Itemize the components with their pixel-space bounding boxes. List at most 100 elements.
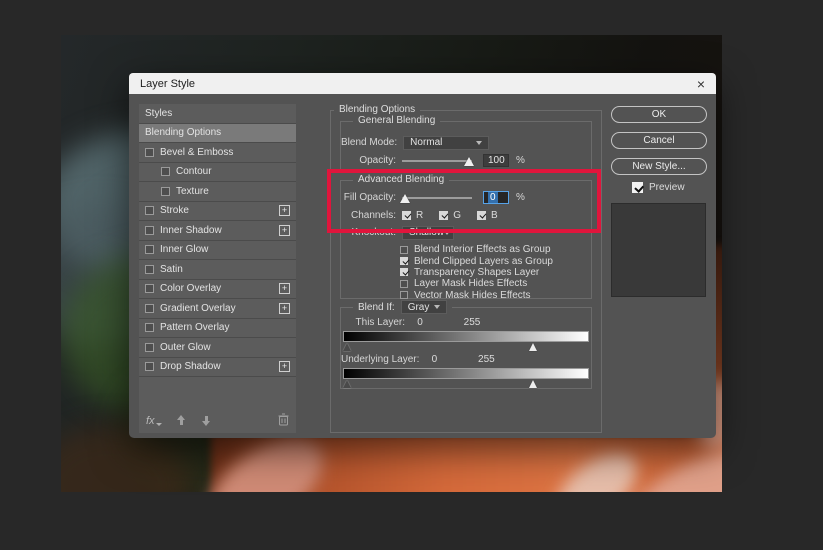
effect-checkbox[interactable] [145,362,154,371]
effect-checkbox[interactable] [145,206,154,215]
sidebar-item-label: Drop Shadow [160,361,221,372]
opacity-label: Opacity: [341,155,396,166]
sidebar-item-label: Texture [176,186,209,197]
effect-checkbox[interactable] [161,167,170,176]
blend-mode-select[interactable]: Normal [403,136,489,150]
sidebar-item-label: Blending Options [145,127,221,138]
effect-checkbox[interactable] [145,148,154,157]
option-blend-interior[interactable]: Blend Interior Effects as Group [400,244,591,255]
option-blend-clipped[interactable]: Blend Clipped Layers as Group [400,255,591,266]
this-layer-gradient-bar[interactable] [343,331,589,342]
layer-style-dialog: Layer Style × Styles Blending Options Be… [129,73,716,438]
sidebar-item-stroke[interactable]: Stroke + [139,202,296,222]
add-instance-icon[interactable]: + [279,225,290,236]
sidebar-item-blending-options[interactable]: Blending Options [139,124,296,144]
preview-label: Preview [649,182,685,193]
this-layer-label: This Layer: [341,317,405,328]
opacity-value-field[interactable]: 100 [483,154,509,167]
slider-track [402,160,472,162]
this-layer-max: 255 [457,317,487,328]
delete-effect-icon[interactable] [278,413,289,429]
chevron-down-icon [476,141,482,145]
highlight-rectangle [327,169,601,233]
sidebar-item-bevel-emboss[interactable]: Bevel & Emboss [139,143,296,163]
add-instance-icon[interactable]: + [279,361,290,372]
sidebar-item-texture[interactable]: Texture [139,182,296,202]
preview-checkbox[interactable] [632,182,643,193]
this-layer-white-thumb[interactable] [529,343,537,351]
option-checkbox[interactable] [400,257,408,265]
fx-menu-button[interactable]: fx [146,415,155,427]
sidebar-item-inner-shadow[interactable]: Inner Shadow + [139,221,296,241]
sidebar-item-color-overlay[interactable]: Color Overlay + [139,280,296,300]
effect-checkbox[interactable] [161,187,170,196]
option-label: Transparency Shapes Layer [414,267,539,278]
move-effect-down-icon[interactable] [201,415,212,426]
sidebar-item-gradient-overlay[interactable]: Gradient Overlay + [139,299,296,319]
blend-if-select[interactable]: Gray [401,300,447,314]
option-checkbox[interactable] [400,246,408,254]
add-instance-icon[interactable]: + [279,205,290,216]
dialog-titlebar[interactable]: Layer Style × [129,73,716,94]
effect-checkbox[interactable] [145,343,154,352]
sidebar-item-pattern-overlay[interactable]: Pattern Overlay [139,319,296,339]
cancel-button[interactable]: Cancel [611,132,707,149]
option-transparency-shapes[interactable]: Transparency Shapes Layer [400,267,591,278]
group-legend: General Blending [353,115,440,126]
underlying-layer-max: 255 [471,354,501,365]
add-instance-icon[interactable]: + [279,283,290,294]
sidebar-item-contour[interactable]: Contour [139,163,296,183]
option-checkbox[interactable] [400,291,408,299]
sidebar-item-label: Satin [160,264,183,275]
this-layer-thumbs [343,342,589,352]
underlying-layer-white-thumb[interactable] [529,380,537,388]
styles-list: Styles Blending Options Bevel & Emboss C… [139,104,296,433]
effect-checkbox[interactable] [145,304,154,313]
blend-if-group: Blend If: Gray This Layer: 0 255 Underly… [340,307,592,389]
blend-mode-value: Normal [410,137,442,148]
blend-if-value: Gray [408,302,430,313]
advanced-options-list: Blend Interior Effects as Group Blend Cl… [400,244,591,301]
add-instance-icon[interactable]: + [279,303,290,314]
sidebar-item-label: Inner Shadow [160,225,222,236]
this-layer-min: 0 [405,317,435,328]
move-effect-up-icon[interactable] [176,415,187,426]
opacity-slider-thumb[interactable] [464,157,474,166]
this-layer-black-thumb[interactable] [343,343,351,351]
sidebar-item-label: Styles [145,108,172,119]
effect-checkbox[interactable] [145,226,154,235]
opacity-slider[interactable] [402,155,472,167]
sidebar-item-inner-glow[interactable]: Inner Glow [139,241,296,261]
effect-checkbox[interactable] [145,265,154,274]
pane-title: Blending Options [334,104,420,115]
ok-button[interactable]: OK [611,106,707,123]
effect-checkbox[interactable] [145,323,154,332]
option-layer-mask-hides[interactable]: Layer Mask Hides Effects [400,278,591,289]
new-style-button[interactable]: New Style... [611,158,707,175]
sidebar-item-label: Contour [176,166,212,177]
preview-toggle[interactable]: Preview [632,182,685,193]
sidebar-item-drop-shadow[interactable]: Drop Shadow + [139,358,296,378]
opacity-value: 100 [488,155,505,166]
close-icon[interactable]: × [697,77,705,91]
option-label: Blend Clipped Layers as Group [414,256,553,267]
cancel-button-label: Cancel [643,135,674,146]
underlying-layer-min: 0 [419,354,449,365]
sidebar-item-satin[interactable]: Satin [139,260,296,280]
effect-checkbox[interactable] [145,245,154,254]
blending-options-pane: Blending Options General Blending Blend … [330,110,602,433]
option-checkbox[interactable] [400,268,408,276]
option-checkbox[interactable] [400,280,408,288]
underlying-layer-black-thumb[interactable] [343,380,351,388]
underlying-layer-gradient-bar[interactable] [343,368,589,379]
sidebar-item-label: Gradient Overlay [160,303,236,314]
general-blending-group: General Blending Blend Mode: Normal Opac… [340,121,592,171]
effect-checkbox[interactable] [145,284,154,293]
sidebar-item-label: Outer Glow [160,342,211,353]
sidebar-item-label: Inner Glow [160,244,208,255]
sidebar-item-styles[interactable]: Styles [139,104,296,124]
option-label: Layer Mask Hides Effects [414,278,527,289]
sidebar-item-outer-glow[interactable]: Outer Glow [139,338,296,358]
dialog-title: Layer Style [140,78,195,90]
underlying-layer-label: Underlying Layer: [341,354,419,365]
